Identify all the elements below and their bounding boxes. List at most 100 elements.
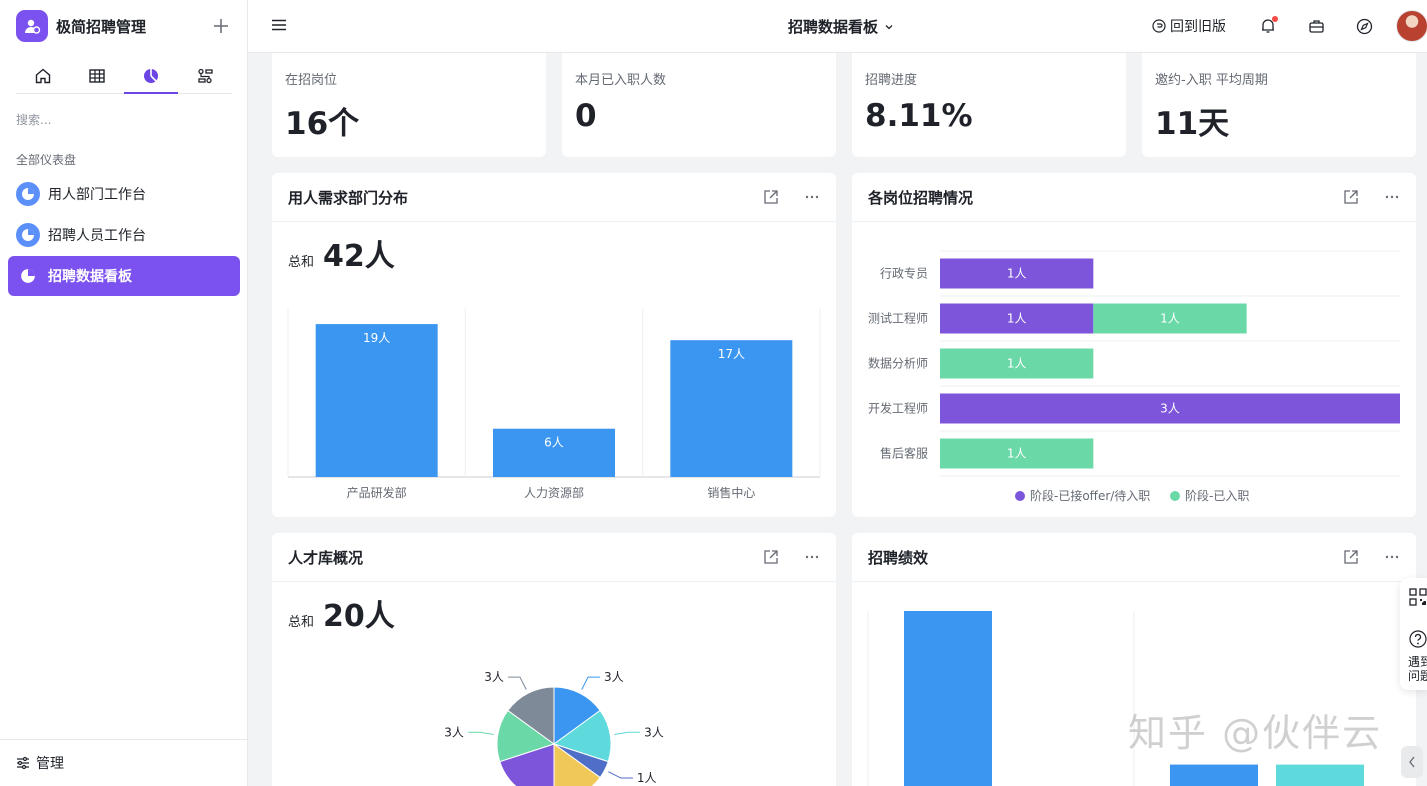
sidebar-search-input[interactable]: 搜索...	[16, 111, 51, 128]
y-tick-label: 行政专员	[880, 266, 928, 281]
bar-data-label: 1人	[1007, 447, 1027, 461]
help-text[interactable]: 问题	[1408, 669, 1427, 683]
dashboard-switcher[interactable]: 招聘数据看板	[788, 16, 894, 37]
stat-value: 16个	[285, 106, 360, 142]
stat-label: 本月已入职人数	[575, 73, 667, 88]
app-header: 极简招聘管理	[16, 10, 231, 42]
x-tick-label: 人力资源部	[524, 485, 584, 500]
y-tick-label: 开发工程师	[868, 401, 928, 416]
bar-data-label: 19人	[363, 331, 390, 345]
sidebar: 极简招聘管理 搜索... 全部仪表盘 用人部门工作台 招聘人员工作台 招聘数据看…	[0, 0, 248, 786]
bar-data-label: 17人	[718, 347, 745, 361]
bar-data-label: 1人	[1160, 312, 1180, 326]
stat-label: 招聘进度	[865, 73, 918, 88]
qr-code-icon[interactable]	[1409, 588, 1427, 606]
table-icon	[89, 68, 105, 83]
pie-label-line	[608, 771, 633, 779]
pie-data-label: 3人	[444, 725, 464, 739]
y-tick-label: 测试工程师	[868, 311, 928, 326]
y-tick-label: 售后客服	[880, 446, 928, 461]
legend-marker	[1015, 491, 1025, 501]
briefcase-icon	[1308, 19, 1324, 33]
collapse-panel-button[interactable]	[1401, 746, 1423, 778]
hamburger-icon	[272, 19, 286, 31]
dashboard-tab[interactable]	[124, 58, 178, 94]
bar-data-label: 6人	[544, 436, 564, 450]
position-stacked-bar-chart: 行政专员 1人测试工程师 1人 1人数据分析师 1人开发工程师 3人售后客服 1人阶段-已接…	[868, 250, 1400, 503]
pie-label-line	[467, 731, 494, 735]
talent-pool-card: 人才库概况 总和 20人 3人3人1人3人3人3人	[272, 533, 836, 786]
stat-card-progress: 招聘进度 8.11%	[852, 53, 1126, 157]
pie-chart-icon	[16, 223, 40, 247]
pie-label-line	[581, 676, 601, 690]
sidebar-item-label: 用人部门工作台	[48, 187, 146, 203]
add-button[interactable]	[211, 16, 231, 36]
compass-icon	[1356, 18, 1372, 34]
chevron-left-icon	[1409, 756, 1415, 768]
talent-pie-chart: 3人3人1人3人3人3人	[444, 670, 664, 786]
bar	[904, 611, 992, 786]
bar-data-label: 1人	[1007, 267, 1027, 281]
bar-data-label: 1人	[1007, 312, 1027, 326]
top-bar: 招聘数据看板 回到旧版	[248, 0, 1427, 53]
sidebar-item-label: 招聘人员工作台	[48, 228, 146, 244]
stat-value: 0	[575, 98, 597, 134]
dept-distribution-card: 用人需求部门分布 总和 42人 19人 产品研发部 6人 人力资源部 17人 销售中心	[272, 173, 836, 517]
sidebar-item-recruit-dashboard[interactable]: 招聘数据看板	[8, 256, 240, 296]
help-text[interactable]: 遇到	[1408, 655, 1427, 669]
bar	[1276, 764, 1364, 786]
sidebar-item-label: 招聘数据看板	[48, 269, 132, 285]
app-logo-icon	[16, 10, 48, 42]
home-tab[interactable]	[16, 58, 70, 93]
menu-toggle-button[interactable]	[270, 16, 290, 36]
legend-label: 阶段-已接offer/待入职	[1030, 488, 1150, 503]
legend-marker	[1170, 491, 1180, 501]
flow-tab[interactable]	[178, 58, 232, 93]
pie-label-line	[614, 731, 641, 735]
stat-value: 8.11%	[865, 98, 973, 134]
settings-sliders-icon	[17, 756, 29, 770]
inbox-button[interactable]	[1306, 16, 1326, 36]
pie-data-label: 3人	[484, 670, 504, 684]
sidebar-item-dept-workbench[interactable]: 用人部门工作台	[8, 174, 240, 214]
notification-button[interactable]	[1258, 16, 1278, 36]
pie-data-label: 1人	[637, 771, 657, 785]
pie-chart-icon	[16, 182, 40, 206]
revert-label: 回到旧版	[1170, 19, 1226, 35]
bar	[1170, 764, 1258, 786]
manage-button[interactable]: 管理	[0, 739, 247, 786]
stat-card-open-positions: 在招岗位 16个	[272, 53, 546, 157]
avatar[interactable]	[1396, 10, 1427, 42]
bar-data-label: 1人	[1007, 357, 1027, 371]
table-tab[interactable]	[70, 58, 124, 93]
watermark: 知乎 @伙伴云	[1128, 711, 1383, 755]
home-icon	[35, 68, 51, 83]
explore-button[interactable]	[1354, 16, 1374, 36]
revert-old-version-button[interactable]: 回到旧版	[1152, 16, 1226, 36]
dashboard-icon	[144, 68, 158, 83]
page-title: 招聘数据看板	[788, 18, 879, 36]
app-title: 极简招聘管理	[56, 17, 147, 36]
position-recruit-card: 各岗位招聘情况 行政专员 1人 测试工程师 1人 1人 数据分析师 1人 开发工程师 3人 售后客…	[852, 173, 1416, 517]
sidebar-tabs	[16, 58, 232, 94]
sidebar-group-label: 全部仪表盘	[16, 153, 77, 167]
bar	[315, 324, 438, 477]
stat-card-hired-this-month: 本月已入职人数 0	[562, 53, 836, 157]
chevron-down-icon	[885, 24, 893, 29]
x-tick-label: 产品研发部	[347, 485, 407, 500]
pie-data-label: 3人	[604, 670, 624, 684]
flow-icon	[198, 68, 213, 83]
notification-dot	[1272, 16, 1278, 22]
dept-bar-chart: 19人产品研发部 6人人力资源部 17人销售中心	[287, 308, 821, 500]
pie-chart-icon	[16, 264, 40, 288]
legend-label: 阶段-已入职	[1185, 488, 1249, 503]
sidebar-item-recruiter-workbench[interactable]: 招聘人员工作台	[8, 215, 240, 255]
bar-data-label: 3人	[1160, 402, 1180, 416]
help-circle-icon[interactable]	[1409, 630, 1427, 648]
stat-label: 在招岗位	[285, 73, 338, 88]
manage-label: 管理	[36, 756, 64, 772]
stat-card-avg-cycle: 邀约-入职 平均周期 11天	[1142, 53, 1416, 157]
stat-value: 11天	[1155, 106, 1230, 142]
floating-help-panel: 遇到 问题	[1400, 578, 1427, 690]
pie-data-label: 3人	[644, 725, 664, 739]
